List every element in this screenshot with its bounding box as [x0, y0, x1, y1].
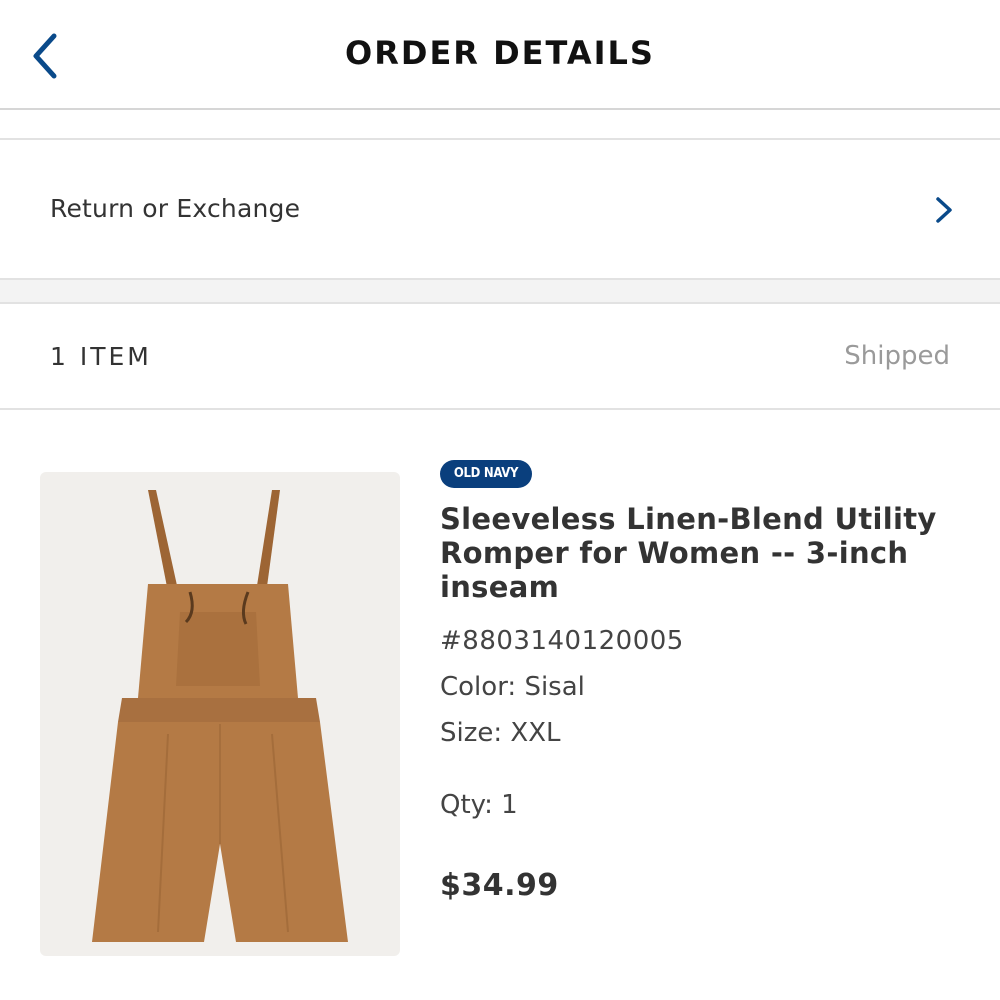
product-color: Color: Sisal [440, 672, 585, 702]
return-or-exchange-label: Return or Exchange [50, 194, 301, 223]
product-sku: #8803140120005 [440, 626, 684, 656]
product-quantity: Qty: 1 [440, 790, 518, 820]
item-count: 1 ITEM [50, 342, 152, 371]
brand-badge: OLD NAVY [440, 460, 532, 488]
romper-illustration [92, 490, 348, 942]
page-title: ORDER DETAILS [345, 34, 655, 72]
section-divider [0, 110, 1000, 140]
section-divider [0, 280, 1000, 304]
items-header-row: 1 ITEM Shipped [0, 304, 1000, 410]
shipment-status: Shipped [844, 341, 950, 371]
product-price: $34.99 [440, 868, 559, 903]
product-image[interactable] [40, 472, 400, 956]
product-size: Size: XXL [440, 718, 561, 748]
return-or-exchange-row[interactable]: Return or Exchange [0, 140, 1000, 280]
header-bar: ORDER DETAILS [0, 0, 1000, 110]
order-details-screen: ORDER DETAILS Return or Exchange 1 ITEM … [0, 0, 1000, 1000]
chevron-right-icon [936, 197, 952, 223]
product-name[interactable]: Sleeveless Linen-Blend Utility Romper fo… [440, 502, 970, 604]
